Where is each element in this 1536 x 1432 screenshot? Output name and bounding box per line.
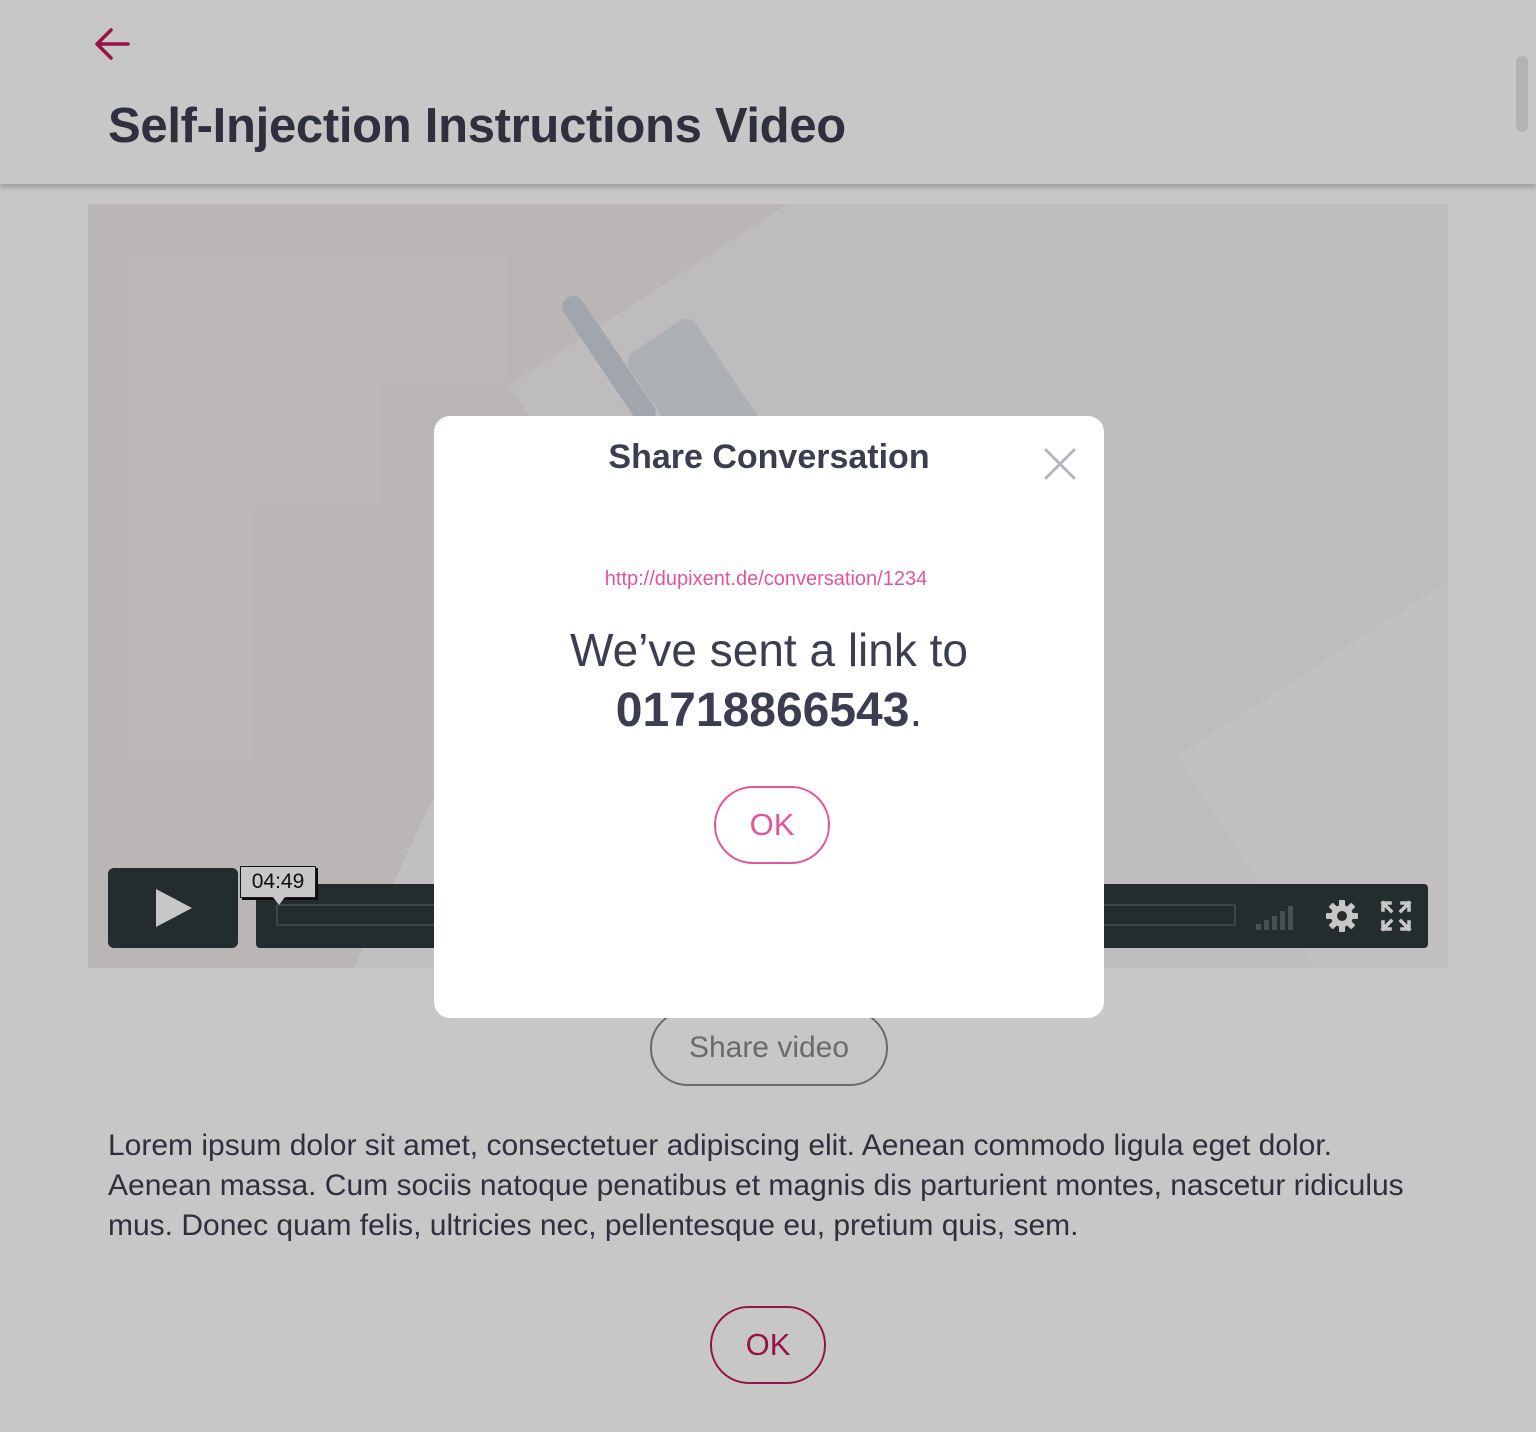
share-conversation-dialog: Share Conversation http://dupixent.de/co… <box>434 416 1104 1018</box>
phone-number: 01718866543 <box>615 684 910 737</box>
close-icon <box>1044 448 1076 480</box>
close-button[interactable] <box>1036 440 1084 488</box>
confirmation-message-prefix: We’ve sent a link to <box>569 624 968 676</box>
confirmation-message-suffix: . <box>909 684 923 736</box>
dialog-ok-button[interactable]: OK <box>714 786 830 864</box>
confirmation-message: We’ve sent a link to 01718866543. <box>434 620 1104 741</box>
dialog-title: Share Conversation <box>608 438 930 476</box>
conversation-link[interactable]: http://dupixent.de/conversation/1234 <box>434 568 1098 591</box>
